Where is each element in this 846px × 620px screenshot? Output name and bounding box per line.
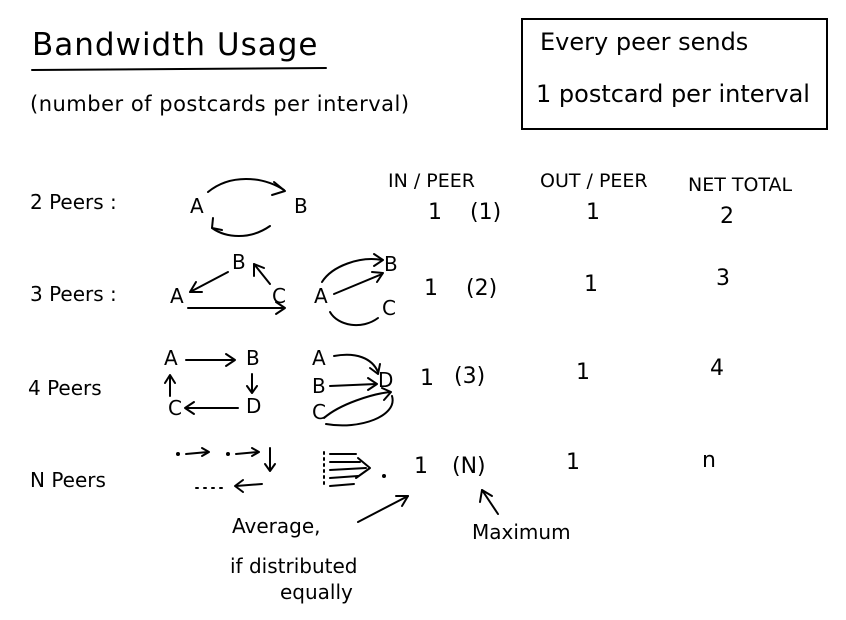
arrow-c-to-a-3peers-right: [329, 311, 379, 327]
arrow-b-to-d-4peers-right: [329, 383, 377, 387]
dot-n-peers-2: [226, 452, 230, 456]
pointer-average: [357, 495, 409, 523]
sketch-strokes: [31, 67, 499, 523]
arrow-a-to-b-3peers-right: [333, 273, 383, 295]
arrow-b-to-a-2peers: [211, 225, 271, 237]
arrow-n-peers-back: [235, 483, 263, 487]
pointer-maximum: [481, 489, 499, 515]
arrow-c-to-d-4peers-right: [323, 391, 391, 419]
dot-n-peers-target: [382, 474, 386, 478]
title-underline: [31, 67, 327, 71]
arrowhead-b-to-a-2peers: [211, 217, 223, 231]
dot-n-peers-1: [176, 452, 180, 456]
converging-arrows-n-peers: [329, 453, 367, 487]
arrow-a-to-b-2peers: [207, 178, 285, 193]
arrowhead-c-to-d-4peers-right: [381, 387, 392, 401]
